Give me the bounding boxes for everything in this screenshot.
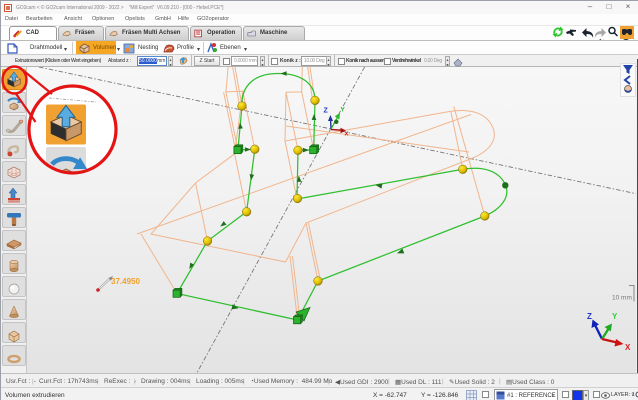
- svg-text:Y: Y: [341, 107, 346, 114]
- svg-text:10 mm: 10 mm: [612, 295, 632, 302]
- svg-text:X: X: [625, 343, 631, 352]
- svg-text:x: x: [345, 131, 349, 138]
- svg-text:37.4950: 37.4950: [111, 277, 140, 286]
- svg-text:Y: Y: [612, 312, 618, 321]
- svg-text:Z: Z: [587, 312, 592, 321]
- svg-text:Z: Z: [324, 108, 329, 115]
